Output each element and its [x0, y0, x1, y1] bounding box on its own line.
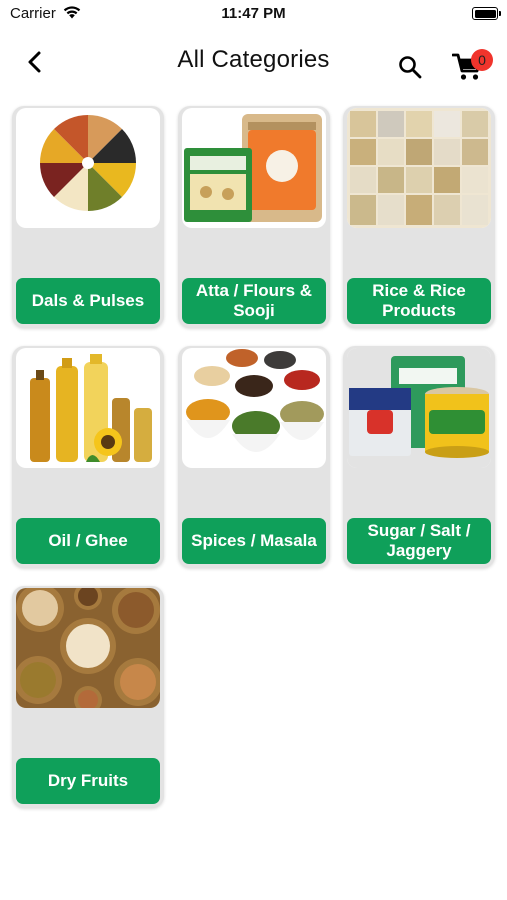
clock: 11:47 PM	[221, 5, 286, 22]
category-card-sugar-salt-jaggery[interactable]: Sugar / Salt / Jaggery	[343, 346, 495, 568]
category-card-atta-flours[interactable]: Atta / Flours & Sooji	[178, 106, 330, 328]
spices-masala-image	[182, 348, 326, 468]
rice-products-image	[347, 108, 491, 228]
category-label: Oil / Ghee	[16, 518, 160, 564]
search-button[interactable]	[397, 54, 423, 80]
page-title: All Categories	[177, 46, 330, 73]
search-icon	[399, 56, 422, 79]
sugar-salt-jaggery-image	[347, 348, 491, 468]
header: All Categories	[0, 38, 507, 88]
category-label: Spices / Masala	[182, 518, 326, 564]
dals-pulses-image	[16, 108, 160, 228]
category-label: Dry Fruits	[16, 758, 160, 804]
category-label: Dals & Pulses	[16, 278, 160, 324]
cart-count-badge: 0	[471, 49, 493, 71]
category-label: Sugar / Salt / Jaggery	[347, 518, 491, 564]
category-card-spices-masala[interactable]: Spices / Masala	[178, 346, 330, 568]
category-label: Atta / Flours & Sooji	[182, 278, 326, 324]
atta-flours-image	[182, 108, 326, 228]
battery-icon	[472, 7, 501, 20]
category-card-oil-ghee[interactable]: Oil / Ghee	[12, 346, 164, 568]
dry-fruits-image	[16, 588, 160, 708]
category-card-rice-products[interactable]: Rice & Rice Products	[343, 106, 495, 328]
category-label: Rice & Rice Products	[347, 278, 491, 324]
category-card-dals-pulses[interactable]: Dals & Pulses	[12, 106, 164, 328]
category-card-dry-fruits[interactable]: Dry Fruits	[12, 586, 164, 808]
oil-ghee-image	[16, 348, 160, 468]
status-bar: Carrier 11:47 PM	[0, 0, 507, 30]
